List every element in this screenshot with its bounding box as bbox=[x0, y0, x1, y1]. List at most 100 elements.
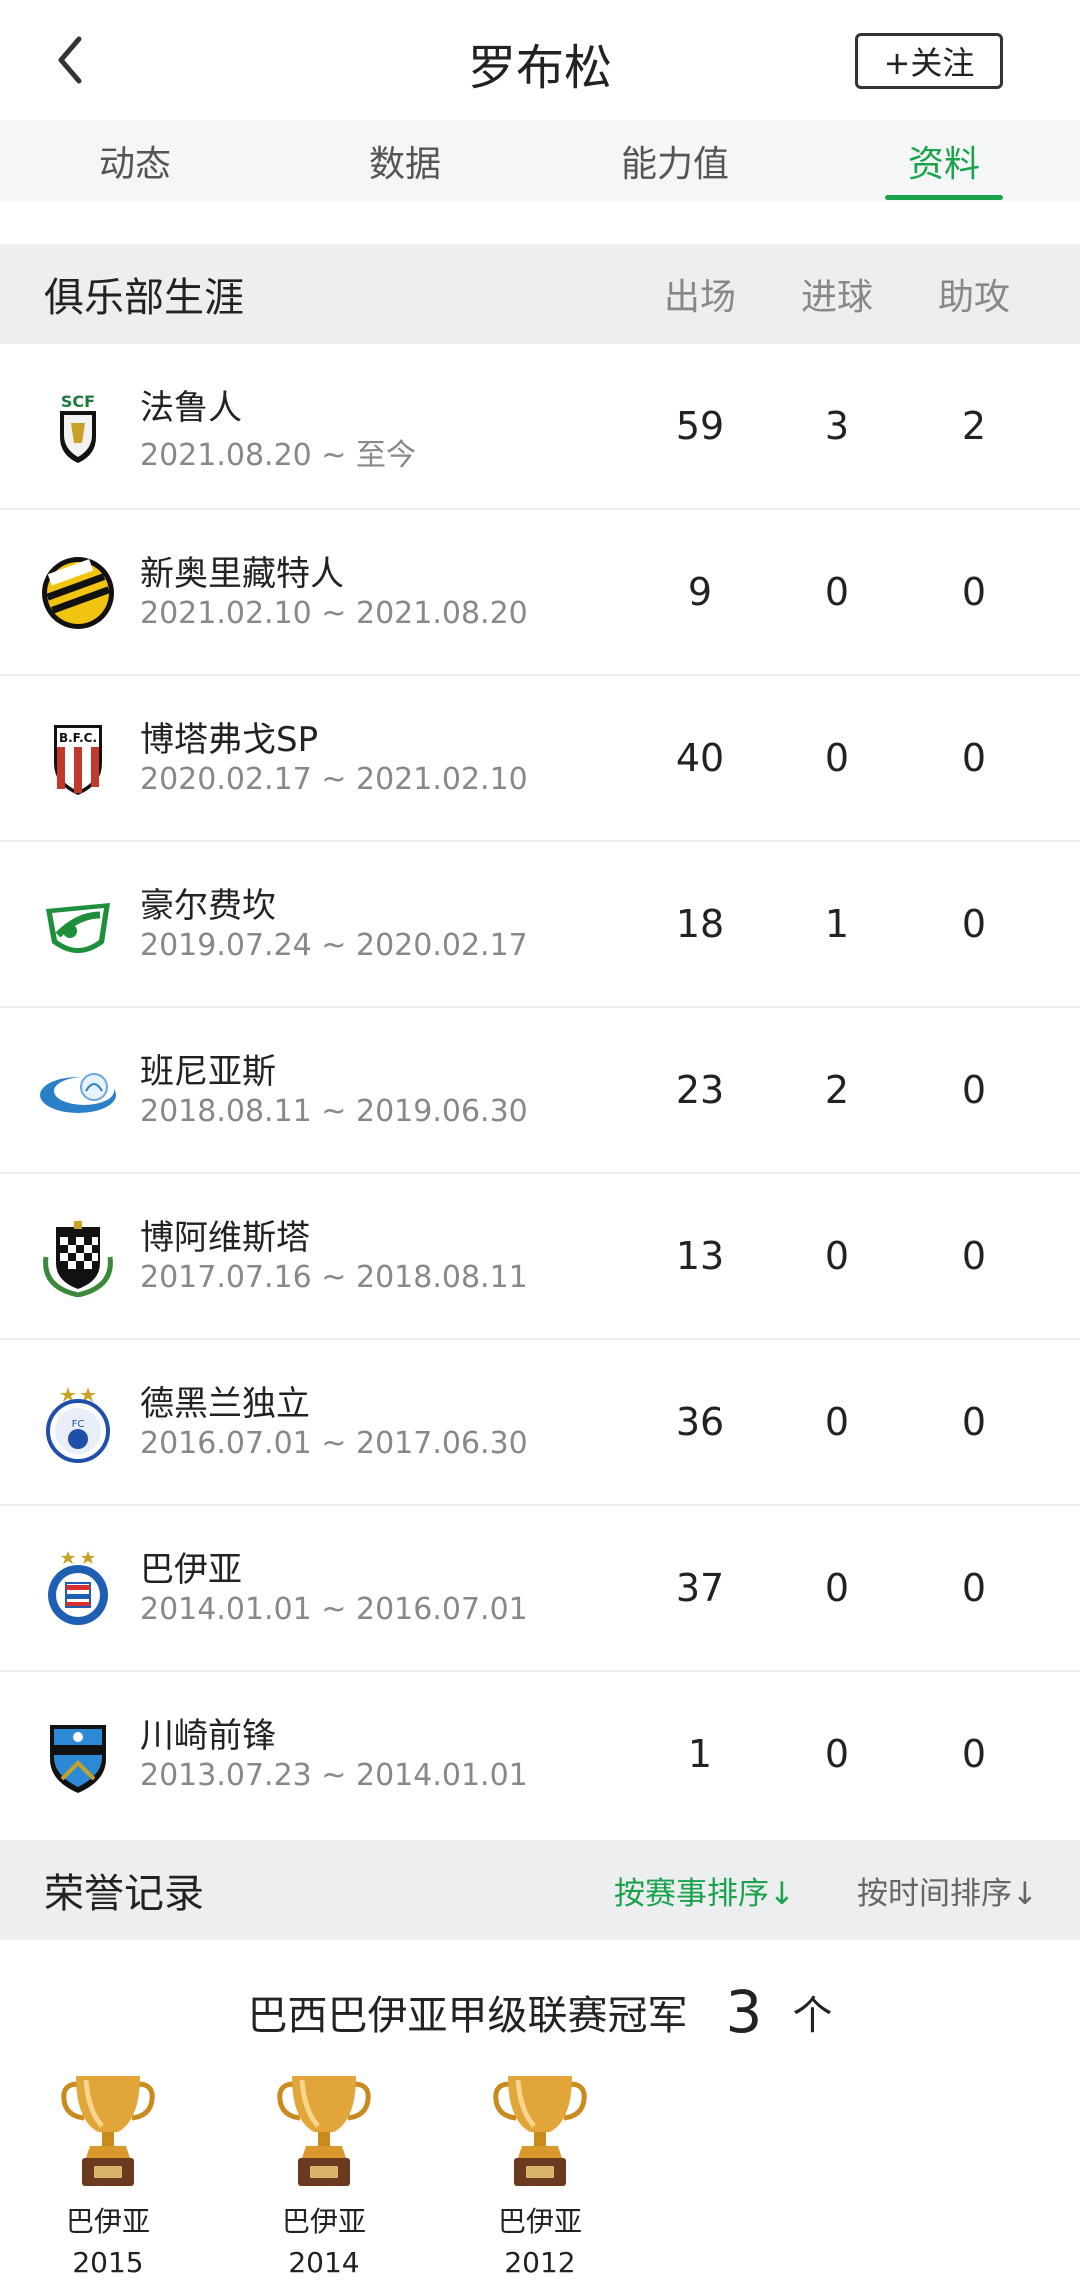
follow-button[interactable]: +关注 bbox=[855, 33, 1003, 89]
club-name: 班尼亚斯 bbox=[140, 1052, 276, 1092]
trophy-item[interactable]: 巴伊亚 2012 bbox=[480, 2070, 600, 2279]
career-row[interactable]: 川崎前锋 2013.07.23 ~ 2014.01.01 1 0 0 bbox=[0, 1672, 1080, 1838]
trophy-club: 巴伊亚 bbox=[281, 2205, 366, 2238]
assists-value: 0 bbox=[961, 1068, 987, 1112]
trophy-icon bbox=[493, 2076, 587, 2186]
tab-stats[interactable]: 数据 bbox=[330, 120, 480, 202]
goals-value: 0 bbox=[824, 736, 850, 780]
tab-feed[interactable]: 动态 bbox=[60, 120, 210, 202]
goals-value: 3 bbox=[824, 404, 850, 448]
assists-value: 0 bbox=[961, 1732, 987, 1776]
goals-value: 2 bbox=[824, 1068, 850, 1112]
career-dates: 2016.07.01 ~ 2017.06.30 bbox=[140, 1426, 528, 1461]
trophy-icon bbox=[61, 2076, 155, 2186]
trophy-year: 2015 bbox=[72, 2246, 144, 2279]
club-name: 巴伊亚 bbox=[140, 1550, 242, 1590]
career-dates: 2013.07.23 ~ 2014.01.01 bbox=[140, 1758, 528, 1793]
trophy-club: 巴伊亚 bbox=[65, 2205, 150, 2238]
trophy-club: 巴伊亚 bbox=[497, 2205, 582, 2238]
appearances-value: 59 bbox=[675, 404, 725, 448]
honor-name: 巴西巴伊亚甲级联赛冠军 bbox=[247, 1993, 688, 2039]
goals-value: 0 bbox=[824, 1732, 850, 1776]
career-dates: 2021.08.20 ~ 至今 bbox=[140, 438, 416, 473]
active-tab-indicator bbox=[885, 195, 1003, 200]
career-dates: 2017.07.16 ~ 2018.08.11 bbox=[140, 1260, 528, 1295]
appearances-value: 40 bbox=[675, 736, 725, 780]
honor-count-unit: 个 bbox=[792, 1993, 833, 2039]
boavista-crest-icon bbox=[43, 1221, 113, 1297]
goals-value: 0 bbox=[824, 1234, 850, 1278]
career-row[interactable]: 豪尔费坎 2019.07.24 ~ 2020.02.17 18 1 0 bbox=[0, 842, 1080, 1008]
tab-profile[interactable]: 资料 bbox=[885, 120, 1003, 202]
career-row[interactable]: FC 德黑兰独立 2016.07.01 ~ 2017.06.30 36 0 0 bbox=[0, 1340, 1080, 1506]
career-dates: 2021.02.10 ~ 2021.08.20 bbox=[140, 596, 528, 631]
bahia-crest-icon bbox=[48, 1551, 108, 1625]
trophy-item[interactable]: 巴伊亚 2015 bbox=[48, 2070, 168, 2279]
assists-value: 0 bbox=[961, 902, 987, 946]
club-name: 德黑兰独立 bbox=[140, 1384, 310, 1424]
career-row[interactable]: 班尼亚斯 2018.08.11 ~ 2019.06.30 23 2 0 bbox=[0, 1008, 1080, 1174]
kawasaki-frontale-crest-icon bbox=[50, 1725, 106, 1793]
assists-value: 0 bbox=[961, 1234, 987, 1278]
career-row[interactable]: 巴伊亚 2014.01.01 ~ 2016.07.01 37 0 0 bbox=[0, 1506, 1080, 1672]
appearances-value: 37 bbox=[675, 1566, 725, 1610]
sort-by-time-button[interactable]: 按时间排序↓ bbox=[857, 1840, 1038, 1940]
career-row[interactable]: SCF 法鲁人 2021.08.20 ~ 至今 59 3 2 bbox=[0, 344, 1080, 510]
trophy-icon bbox=[277, 2076, 371, 2186]
column-assists: 助攻 bbox=[937, 277, 1010, 318]
career-row[interactable]: 博阿维斯塔 2017.07.16 ~ 2018.08.11 13 0 0 bbox=[0, 1174, 1080, 1340]
club-name: 新奥里藏特人 bbox=[140, 554, 344, 594]
career-dates: 2020.02.17 ~ 2021.02.10 bbox=[140, 762, 528, 797]
appearances-value: 23 bbox=[675, 1068, 725, 1112]
khor-fakkan-crest-icon bbox=[46, 903, 110, 953]
trophy-year: 2012 bbox=[504, 2246, 576, 2279]
appearances-value: 36 bbox=[675, 1400, 725, 1444]
appearances-value: 13 bbox=[675, 1234, 725, 1278]
column-goals: 进球 bbox=[800, 277, 873, 318]
assists-value: 0 bbox=[961, 570, 987, 614]
column-appearances: 出场 bbox=[663, 277, 736, 318]
goals-value: 0 bbox=[824, 570, 850, 614]
appearances-value: 18 bbox=[675, 902, 725, 946]
assists-value: 0 bbox=[961, 736, 987, 780]
goals-value: 1 bbox=[824, 902, 850, 946]
tab-bar: 动态 数据 能力值 资料 bbox=[0, 120, 1080, 202]
career-dates: 2019.07.24 ~ 2020.02.17 bbox=[140, 928, 528, 963]
career-row[interactable]: 新奥里藏特人 2021.02.10 ~ 2021.08.20 9 0 0 bbox=[0, 510, 1080, 676]
trophy-item[interactable]: 巴伊亚 2014 bbox=[264, 2070, 384, 2279]
honors-title: 荣誉记录 bbox=[44, 1871, 204, 1917]
club-name: 川崎前锋 bbox=[140, 1716, 276, 1756]
farense-crest-icon: SCF bbox=[60, 392, 96, 463]
honor-count: 3 bbox=[725, 1978, 763, 2046]
assists-value: 0 bbox=[961, 1566, 987, 1610]
baniyas-crest-icon bbox=[40, 1073, 116, 1113]
svg-text:B.F.C.: B.F.C. bbox=[59, 731, 97, 745]
esteghlal-crest-icon: FC bbox=[46, 1387, 110, 1463]
honors-header: 荣誉记录 按赛事排序↓ 按时间排序↓ bbox=[0, 1840, 1080, 1940]
novorizontino-crest-icon bbox=[42, 557, 114, 629]
club-career-title: 俱乐部生涯 bbox=[44, 275, 244, 321]
goals-value: 0 bbox=[824, 1400, 850, 1444]
top-bar: 罗布松 +关注 bbox=[0, 0, 1080, 120]
club-career-header: 俱乐部生涯 出场 进球 助攻 bbox=[0, 244, 1080, 344]
goals-value: 0 bbox=[824, 1566, 850, 1610]
assists-value: 0 bbox=[961, 1400, 987, 1444]
tab-ratings[interactable]: 能力值 bbox=[600, 120, 750, 202]
trophy-year: 2014 bbox=[288, 2246, 360, 2279]
assists-value: 2 bbox=[961, 404, 987, 448]
club-name: 豪尔费坎 bbox=[140, 886, 276, 926]
svg-text:FC: FC bbox=[72, 1419, 85, 1430]
back-button[interactable] bbox=[40, 30, 100, 90]
svg-text:SCF: SCF bbox=[61, 392, 95, 411]
botafogo-sp-crest-icon: B.F.C. bbox=[54, 725, 102, 795]
club-name: 法鲁人 bbox=[140, 388, 242, 428]
club-name: 博阿维斯塔 bbox=[140, 1218, 310, 1258]
chevron-left-icon bbox=[58, 36, 82, 84]
appearances-value: 1 bbox=[687, 1732, 713, 1776]
career-dates: 2014.01.01 ~ 2016.07.01 bbox=[140, 1592, 528, 1627]
honor-title-row: 巴西巴伊亚甲级联赛冠军 3 个 bbox=[0, 1972, 1080, 2052]
club-name: 博塔弗戈SP bbox=[140, 720, 319, 760]
sort-by-event-button[interactable]: 按赛事排序↓ bbox=[614, 1840, 795, 1940]
appearances-value: 9 bbox=[687, 570, 713, 614]
career-row[interactable]: B.F.C. 博塔弗戈SP 2020.02.17 ~ 2021.02.10 40… bbox=[0, 676, 1080, 842]
